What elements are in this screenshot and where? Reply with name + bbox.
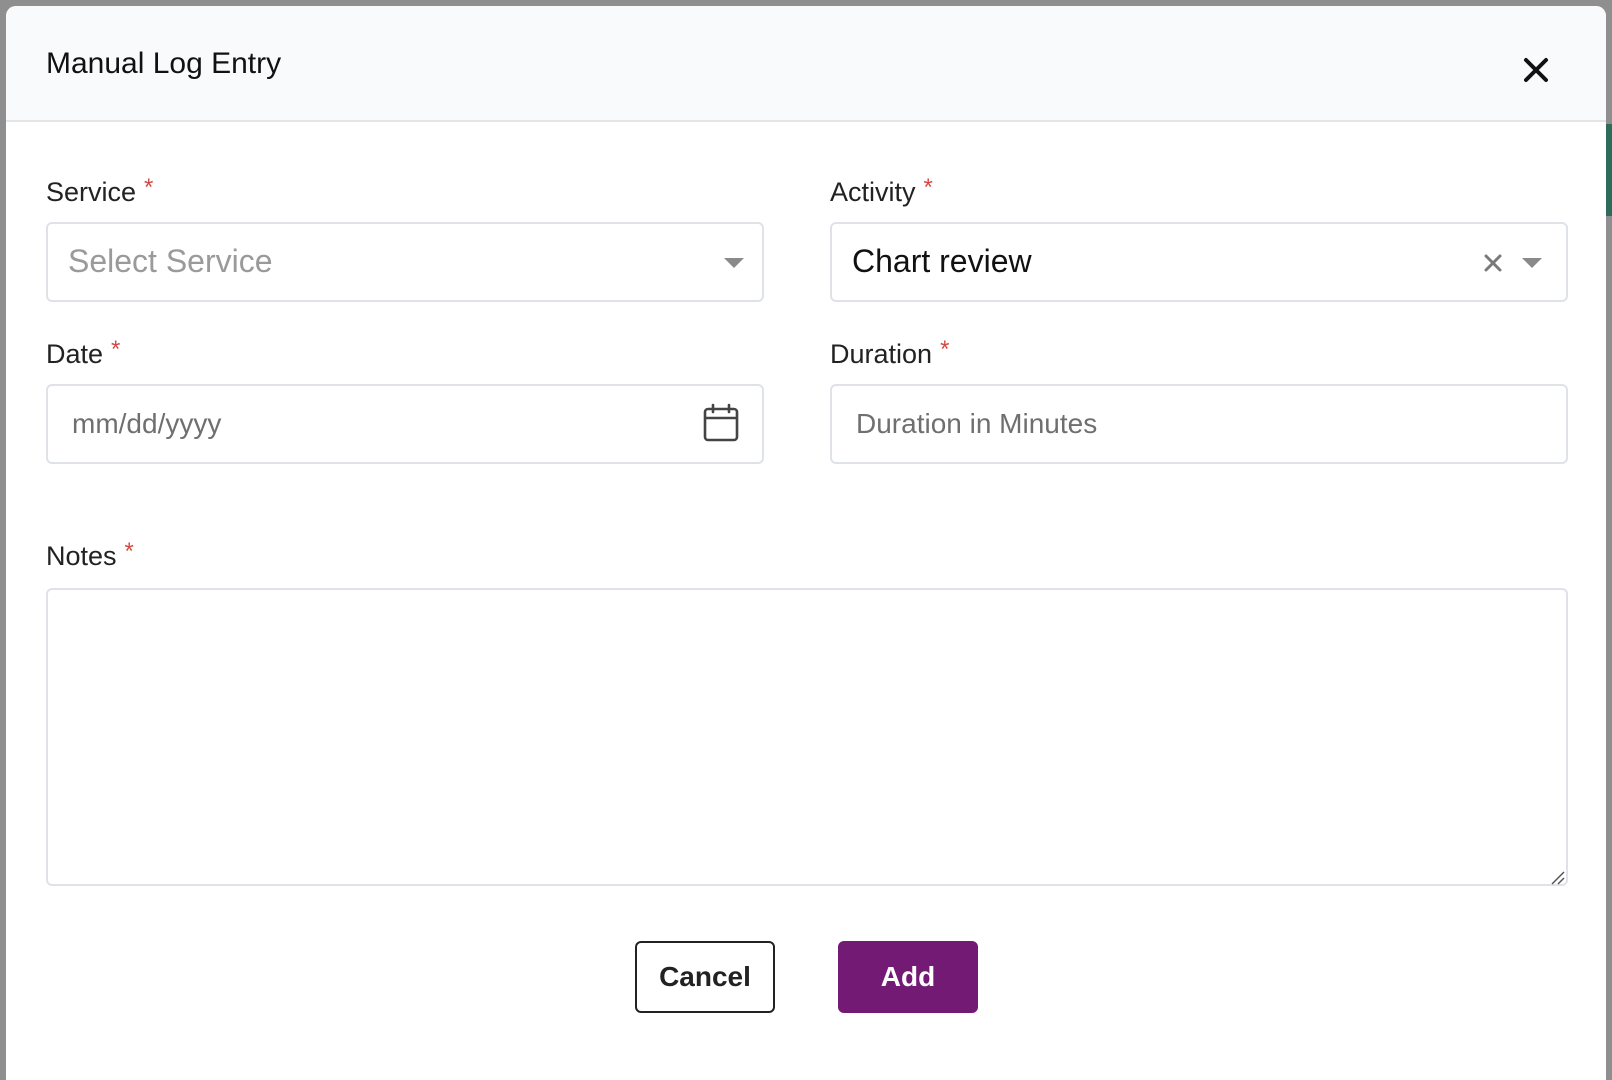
service-label-text: Service: [46, 177, 137, 207]
duration-label-text: Duration: [830, 339, 933, 369]
duration-input[interactable]: Duration in Minutes: [830, 384, 1568, 464]
date-placeholder: mm/dd/yyyy: [72, 408, 222, 439]
chevron-down-icon: [1522, 258, 1542, 268]
clear-icon: [1484, 254, 1502, 272]
activity-label-text: Activity: [830, 177, 916, 207]
date-label: Date *: [46, 336, 121, 372]
resize-handle-icon[interactable]: [1550, 870, 1566, 886]
duration-placeholder: Duration in Minutes: [856, 408, 1098, 439]
chevron-down-icon: [724, 258, 744, 268]
notes-textarea[interactable]: [46, 588, 1568, 886]
duration-label: Duration *: [830, 336, 950, 372]
service-select[interactable]: Select Service: [46, 222, 764, 302]
modal-title: Manual Log Entry: [46, 47, 282, 80]
required-marker: *: [923, 174, 933, 201]
close-button[interactable]: [1516, 50, 1556, 90]
cancel-button[interactable]: Cancel: [635, 941, 775, 1013]
close-icon: [1524, 58, 1548, 82]
notes-label: Notes *: [46, 538, 134, 574]
notes-label-text: Notes: [46, 541, 117, 571]
required-marker: *: [111, 336, 121, 363]
activity-select[interactable]: Chart review: [830, 222, 1568, 302]
required-marker: *: [144, 174, 154, 201]
activity-value: Chart review: [852, 243, 1032, 279]
activity-label: Activity *: [830, 174, 933, 210]
service-placeholder: Select Service: [68, 243, 273, 279]
add-button[interactable]: Add: [838, 941, 978, 1013]
clear-activity-button[interactable]: [1480, 250, 1506, 276]
calendar-icon[interactable]: [702, 403, 740, 443]
modal-header: Manual Log Entry: [6, 6, 1606, 122]
required-marker: *: [940, 336, 950, 363]
backdrop-accent: [1606, 124, 1612, 216]
manual-log-entry-modal: Manual Log Entry Service * Select Service…: [6, 6, 1606, 1080]
date-label-text: Date: [46, 339, 104, 369]
service-label: Service *: [46, 174, 154, 210]
required-marker: *: [124, 538, 134, 565]
date-input[interactable]: mm/dd/yyyy: [46, 384, 764, 464]
